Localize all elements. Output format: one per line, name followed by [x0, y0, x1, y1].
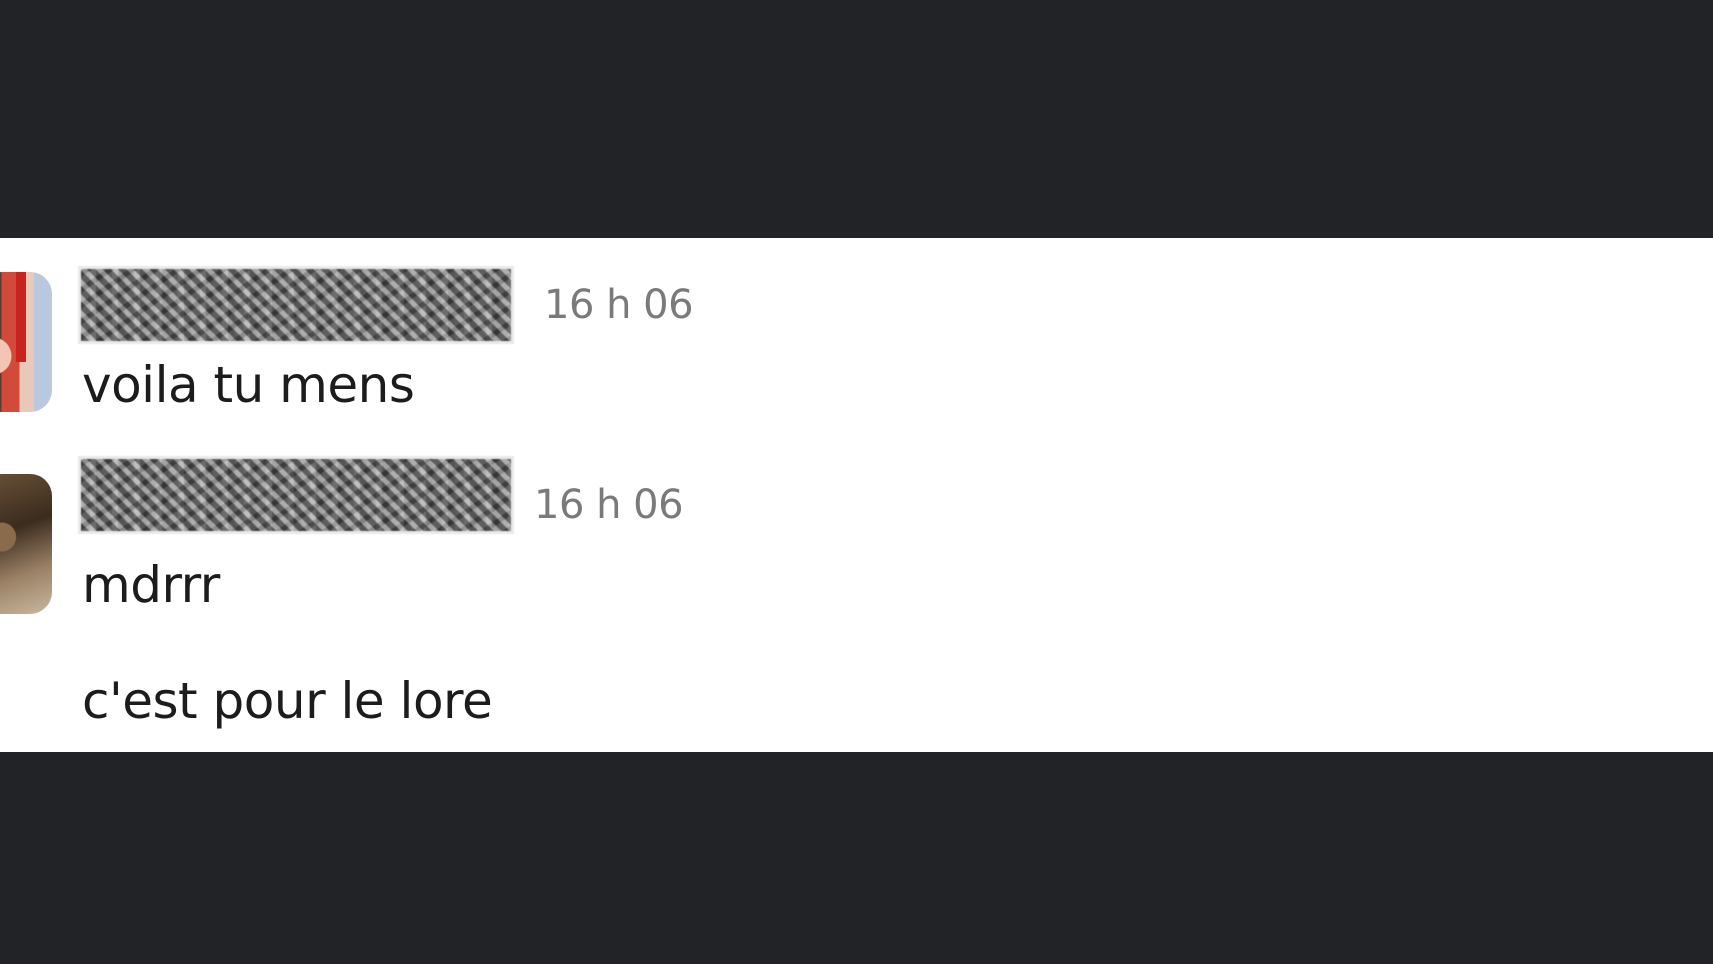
message-text: mdrrr	[82, 556, 220, 614]
sender-name-redacted[interactable]	[78, 456, 514, 534]
sender-name-redacted[interactable]	[78, 266, 514, 344]
message-text: c'est pour le lore	[82, 672, 493, 730]
avatar[interactable]	[0, 474, 52, 614]
bottom-dark-area	[0, 752, 1713, 964]
message-list: 16 h 06 voila tu mens 16 h 06 mdrrr c'es…	[0, 238, 1713, 752]
message-timestamp[interactable]: 16 h 06	[534, 482, 684, 528]
top-dark-area	[0, 0, 1713, 238]
message-text: voila tu mens	[82, 356, 415, 414]
message-timestamp[interactable]: 16 h 06	[544, 282, 694, 328]
avatar[interactable]	[0, 272, 52, 412]
